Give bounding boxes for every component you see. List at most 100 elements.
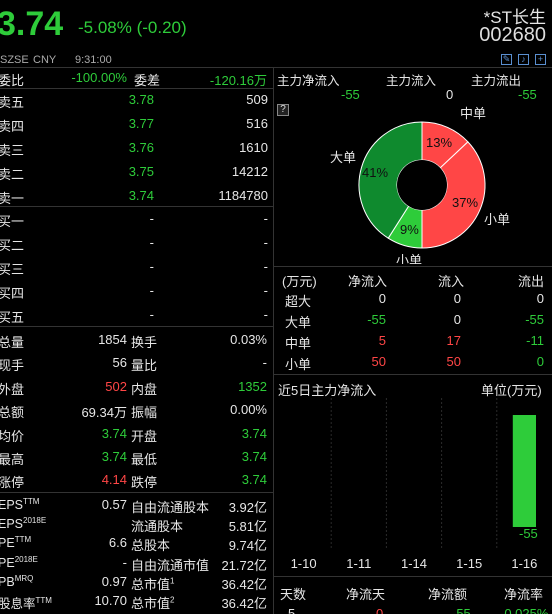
buy-row-volume: - — [263, 307, 268, 322]
sell-row-label: 卖三 — [0, 143, 25, 158]
add-icon[interactable]: + — [535, 54, 546, 65]
flow-row: 大单 -55 0 -55 — [276, 310, 552, 331]
stats-label: 量比 — [131, 358, 158, 374]
stats-row: 涨停 4.14 跌停 3.74 — [0, 469, 272, 492]
bell-icon[interactable]: ♪ — [518, 54, 529, 65]
edit-icon[interactable]: ✎ — [501, 54, 512, 65]
donut-pct-41: 41% — [362, 165, 388, 180]
order-diff-label: 委差 — [134, 73, 161, 88]
stats-value: 3.74 — [241, 449, 267, 464]
bottom-col-days: 天数 — [280, 587, 307, 602]
sell-row[interactable]: 卖三 3.76 1610 — [0, 137, 272, 160]
buy-row-price: - — [149, 235, 154, 250]
flow-table-header: (万元) 净流入 流入 流出 — [276, 269, 552, 290]
fundamental-name: 股息率 — [0, 597, 36, 611]
chart-divider — [274, 576, 552, 577]
sell-row-volume: 516 — [246, 116, 268, 131]
donut-label-mid: 中单 — [460, 106, 486, 121]
sell-row[interactable]: 卖四 3.77 516 — [0, 113, 272, 136]
buy-row[interactable]: 买一 - - — [0, 208, 272, 231]
flow-row-out: -55 — [525, 312, 544, 327]
five-day-bar-value: -55 — [519, 526, 538, 541]
sell-row-volume: 14212 — [231, 164, 268, 179]
donut-pct-37: 37% — [452, 195, 478, 210]
sell-row[interactable]: 卖五 3.78 509 — [0, 89, 272, 112]
buy-row[interactable]: 买三 - - — [0, 256, 272, 279]
stats-value: 69.34万 — [81, 405, 127, 421]
bottom-days: 5 — [288, 606, 296, 614]
order-ratio-row: 委比 -100.00% 委差 -120.16万 — [0, 67, 272, 90]
sell-row-volume: 509 — [246, 92, 268, 107]
buy-row-volume: - — [263, 283, 268, 298]
buy-row-volume: - — [263, 211, 268, 226]
donut-divider — [274, 266, 552, 267]
fundamental-label: EPSTTM — [0, 497, 39, 512]
fundamental-label: PBMRQ — [0, 574, 33, 589]
fundamental-suffix: 2 — [170, 595, 175, 605]
bottom-net-days: 0 — [376, 606, 384, 614]
fundamental-name: 总市值 — [131, 596, 171, 611]
five-day-date: 1-10 — [291, 556, 317, 571]
sell-row-label: 卖一 — [0, 191, 25, 206]
fundamental-suffix: TTM — [35, 595, 52, 605]
main-inflow-value: 0 — [446, 87, 454, 102]
bottom-col-net-days: 净流天 — [346, 587, 386, 602]
stats-value: 3.74 — [241, 472, 267, 488]
market-code: SZSE — [0, 54, 29, 66]
stats-value: 0.03% — [230, 332, 267, 347]
stats-label: 内盘 — [131, 381, 158, 397]
stats-value: 4.14 — [101, 472, 127, 488]
buy-row[interactable]: 买二 - - — [0, 232, 272, 255]
stats-label: 最高 — [0, 452, 25, 467]
buy-row-volume: - — [263, 235, 268, 250]
main-outflow-value: -55 — [518, 87, 537, 102]
flow-row: 超大 0 0 0 — [276, 289, 552, 310]
five-day-date: 1-11 — [346, 556, 371, 571]
stats-row: 外盘 502 内盘 1352 — [0, 376, 272, 399]
bottom-table-header: 天数 净流天 净流额 净流率 — [276, 582, 552, 603]
bottom-col-net-amount: 净流额 — [428, 587, 468, 602]
flow-row-in: 0 — [453, 291, 461, 306]
fundamental-suffix: MRQ — [14, 573, 34, 583]
flow-col-in: 流入 — [438, 274, 465, 289]
fundamental-value: 36.42亿 — [221, 596, 267, 611]
flow-row-out: 0 — [536, 291, 544, 306]
stats-label: 外盘 — [0, 381, 25, 397]
donut-label-small-bottom: 小单 — [396, 253, 422, 264]
flow-row-name: 中单 — [285, 336, 312, 351]
fundamental-label: PETTM — [0, 535, 31, 550]
sell-row[interactable]: 卖二 3.75 14212 — [0, 161, 272, 184]
stats-label: 总量 — [0, 335, 25, 350]
buy-row[interactable]: 买四 - - — [0, 280, 272, 303]
flow-donut-chart: 中单 大单 小单 小单 13% 37% 9% 41% — [330, 106, 510, 264]
stats-value: 3.74 — [101, 449, 127, 464]
stats-label: 最低 — [131, 452, 158, 467]
fundamental-name: PE — [0, 536, 15, 551]
five-day-date: 1-16 — [511, 556, 537, 571]
bottom-table-row: 5 0 -55 -0.025% — [276, 604, 552, 614]
fundamental-label: EPS2018E — [0, 516, 46, 531]
stats-label: 现手 — [0, 358, 25, 374]
sell-row-volume: 1610 — [239, 140, 268, 155]
flow-col-net: 净流入 — [348, 274, 388, 289]
donut-label-small-right: 小单 — [484, 212, 510, 227]
stats-row: 最高 3.74 最低 3.74 — [0, 446, 272, 469]
sell-row-price: 3.75 — [128, 164, 154, 179]
donut-hole — [397, 160, 447, 210]
sell-row-price: 3.74 — [128, 188, 154, 203]
stock-code: 002680 — [479, 24, 546, 46]
stats-label: 振幅 — [131, 405, 158, 421]
five-day-date: 1-14 — [401, 556, 427, 571]
buy-row[interactable]: 买五 - - — [0, 304, 272, 327]
stats-value: 3.74 — [241, 425, 267, 441]
main-net-inflow-label: 主力净流入 — [277, 74, 340, 88]
buy-row-price: - — [149, 283, 154, 298]
donut-label-big: 大单 — [330, 150, 356, 165]
main-inflow-label: 主力流入 — [386, 74, 437, 88]
flow-row: 小单 50 50 0 — [276, 352, 552, 373]
stats-label: 总额 — [0, 405, 25, 421]
stats-value: 0.00% — [230, 402, 267, 418]
bottom-net-rate: -0.025% — [500, 606, 549, 614]
sell-row[interactable]: 卖一 3.74 1184780 — [0, 185, 272, 208]
sell-row-label: 卖五 — [0, 95, 25, 110]
